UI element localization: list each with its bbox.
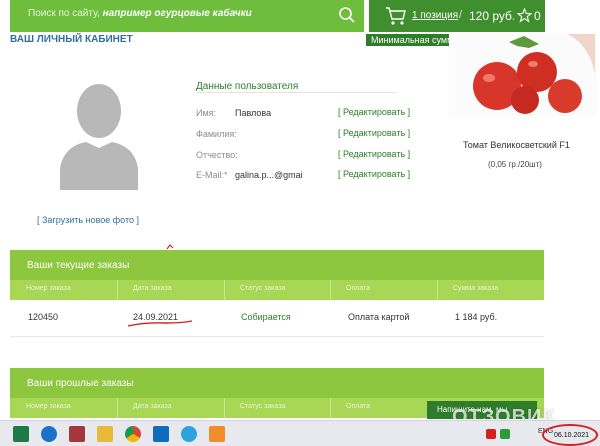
- outlook-icon[interactable]: [153, 426, 169, 442]
- col-divider: [330, 280, 331, 300]
- past-orders-title: Ваши прошлые заказы: [27, 378, 134, 389]
- past-orders-header: Ваши прошлые заказы: [10, 368, 544, 398]
- cart-bar: 1 позиция / 120 руб. 0: [369, 0, 545, 32]
- edit-surname-link[interactable]: [ Редактировать ]: [338, 128, 410, 138]
- folder-icon[interactable]: [97, 426, 113, 442]
- field-label-patronymic: Отчество:: [196, 150, 238, 160]
- edit-name-link[interactable]: [ Редактировать ]: [338, 107, 410, 117]
- app-icon[interactable]: [209, 426, 225, 442]
- search-input[interactable]: Поиск по сайту, например огурцовые кабач…: [28, 8, 328, 19]
- divider: [196, 92, 396, 93]
- upload-photo-link[interactable]: [ Загрузить новое фото ]: [37, 215, 139, 225]
- product-pack: (0,05 гр./20шт): [488, 160, 542, 169]
- cart-separator: /: [459, 9, 463, 21]
- cart-items-link[interactable]: 1 позиция: [412, 10, 458, 21]
- col-divider: [224, 398, 225, 418]
- product-image[interactable]: [449, 34, 597, 116]
- telegram-icon[interactable]: [181, 426, 197, 442]
- field-label-surname: Фамилия:: [196, 129, 237, 139]
- col-status: Статус заказа: [240, 403, 286, 410]
- order-payment: Оплата картой: [348, 312, 410, 322]
- col-divider: [437, 280, 438, 300]
- col-divider: [224, 280, 225, 300]
- search-placeholder: Поиск по сайту,: [28, 8, 103, 19]
- product-name[interactable]: Томат Великосветский F1: [463, 140, 570, 150]
- tray-app-icon[interactable]: [500, 429, 510, 439]
- field-label-email: E-Mail:*: [196, 170, 228, 180]
- field-value-name: Павлова: [235, 108, 272, 118]
- col-number: Номер заказа: [26, 285, 71, 292]
- edit-patronymic-link[interactable]: [ Редактировать ]: [338, 149, 410, 159]
- col-date: Дата заказа: [133, 403, 172, 410]
- access-icon[interactable]: [69, 426, 85, 442]
- tray-app-icon[interactable]: [486, 429, 496, 439]
- page-title: ВАШ ЛИЧНЫЙ КАБИНЕТ: [10, 34, 133, 45]
- order-number[interactable]: 120450: [28, 312, 58, 322]
- col-divider: [117, 398, 118, 418]
- avatar: [60, 84, 138, 190]
- col-payment: Оплата: [346, 403, 371, 410]
- col-status: Статус заказа: [240, 285, 286, 292]
- cart-icon[interactable]: [385, 6, 407, 26]
- current-orders-columns: Номер заказа Дата заказа Статус заказа О…: [10, 280, 544, 300]
- col-number: Номер заказа: [26, 403, 71, 410]
- col-payment: Оплата: [346, 285, 371, 292]
- field-value-email: galina.p...@gmai: [235, 170, 303, 180]
- col-divider: [330, 398, 331, 418]
- star-icon[interactable]: [517, 8, 532, 23]
- cart-sum[interactable]: 120 руб.: [469, 9, 515, 23]
- favorites-count[interactable]: 0: [534, 9, 541, 23]
- field-label-name: Имя:: [196, 108, 217, 118]
- current-orders-header: Ваши текущие заказы: [10, 250, 544, 280]
- page: Поиск по сайту, например огурцовые кабач…: [0, 0, 600, 446]
- current-orders-title: Ваши текущие заказы: [27, 260, 130, 271]
- col-date: Дата заказа: [133, 285, 172, 292]
- order-sum: 1 184 руб.: [455, 312, 498, 322]
- taskbar-date[interactable]: 06.10.2021: [554, 432, 589, 439]
- divider: [10, 336, 544, 337]
- taskbar: ENG: [0, 420, 600, 446]
- search-hint: например огурцовые кабачки: [102, 8, 252, 19]
- search-bar: Поиск по сайту, например огурцовые кабач…: [10, 0, 364, 32]
- order-status: Собирается: [241, 312, 291, 322]
- chrome-icon[interactable]: [125, 426, 141, 442]
- excel-icon[interactable]: [13, 426, 29, 442]
- user-data-title: Данные пользователя: [196, 81, 299, 92]
- red-pen-underline: [127, 320, 193, 327]
- col-divider: [117, 280, 118, 300]
- search-icon[interactable]: [338, 6, 356, 24]
- edit-email-link[interactable]: [ Редактировать ]: [338, 169, 410, 179]
- edge-icon[interactable]: [41, 426, 57, 442]
- col-sum: Сумма заказа: [453, 285, 499, 292]
